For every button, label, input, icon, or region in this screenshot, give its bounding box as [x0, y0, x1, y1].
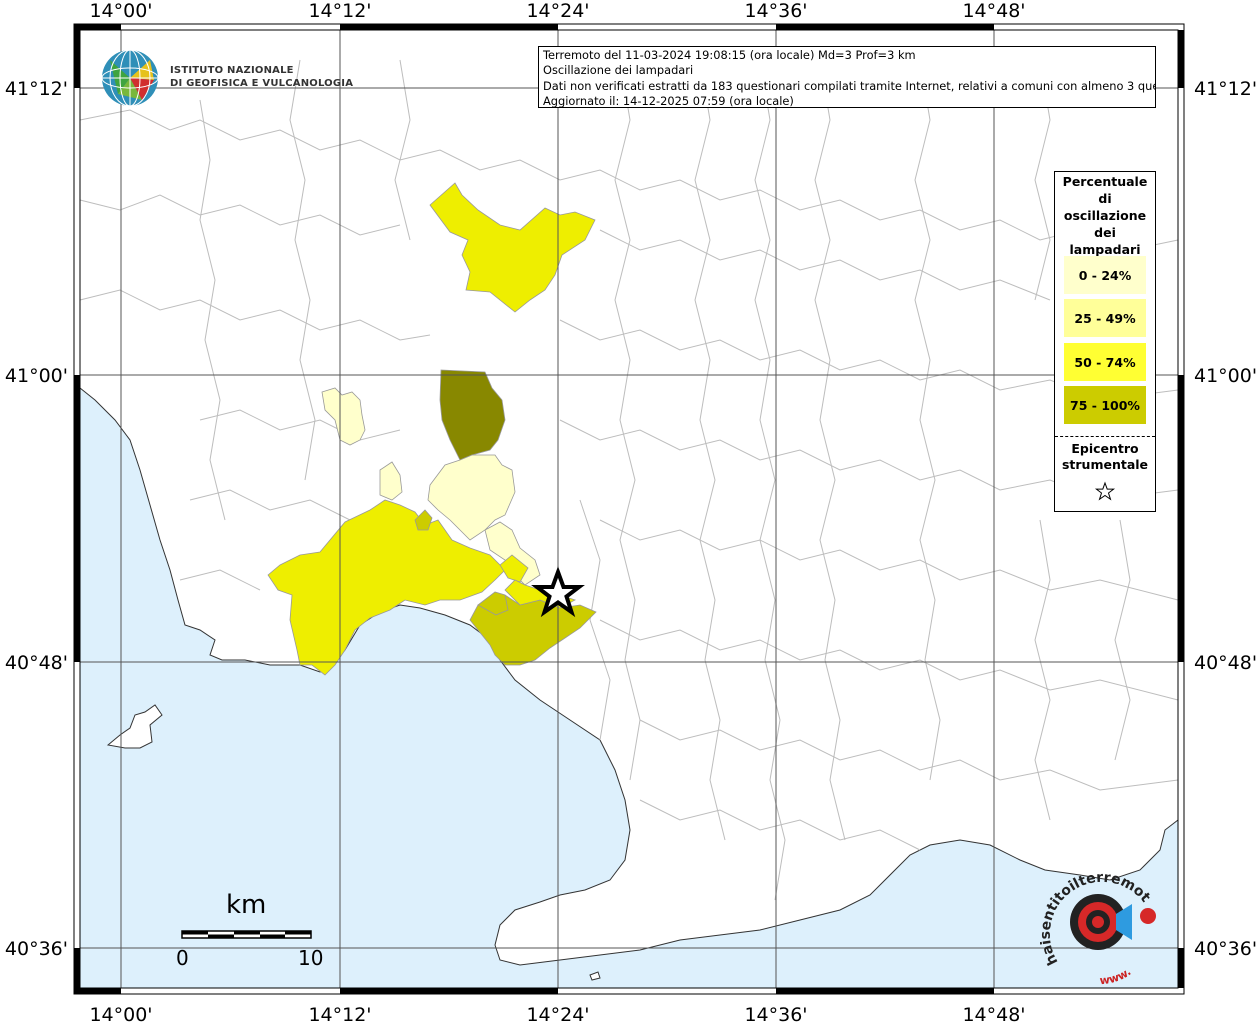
- legend-epicenter-line: strumentale: [1061, 457, 1149, 472]
- legend-title-line: Percentuale: [1062, 174, 1148, 189]
- ingv-logo-text: ISTITUTO NAZIONALE DI GEOFISICA E VULCAN…: [170, 64, 353, 90]
- lon-label: 14°00': [89, 0, 152, 22]
- lon-label: 14°00': [89, 1004, 152, 1024]
- lon-label: 14°36': [744, 0, 807, 22]
- legend-epicenter-line: Epicentro: [1071, 441, 1139, 456]
- star-icon: [1094, 481, 1116, 501]
- lat-label: 41°00': [5, 365, 68, 387]
- legend-title: Percentuale di oscillazione dei lampadar…: [1055, 173, 1155, 258]
- legend-item-label: 50 - 74%: [1074, 354, 1136, 370]
- watermark-www: www.: [1099, 965, 1133, 987]
- event-subtitle: Oscillazione dei lampadari: [543, 63, 694, 78]
- scale-min: 0: [176, 946, 189, 970]
- legend: Percentuale di oscillazione dei lampadar…: [1054, 171, 1156, 512]
- lon-label: 14°48': [962, 1004, 1025, 1024]
- legend-title-line: oscillazione: [1063, 208, 1147, 223]
- lon-label: 14°36': [744, 1004, 807, 1024]
- lat-label: 41°00': [1194, 365, 1257, 387]
- legend-epicenter-title: Epicentro strumentale: [1055, 441, 1155, 473]
- globe-icon: [101, 49, 159, 107]
- lon-label: 14°24': [526, 0, 589, 22]
- lat-label: 40°36': [5, 938, 68, 960]
- legend-title-line: dei: [1094, 225, 1116, 240]
- legend-divider: [1055, 436, 1155, 437]
- lat-label: 41°12': [5, 78, 68, 100]
- lon-label: 14°24': [526, 1004, 589, 1024]
- lat-label: 40°36': [1194, 938, 1257, 960]
- scale-max: 10: [298, 946, 324, 970]
- legend-item-label: 25 - 49%: [1074, 310, 1136, 326]
- lat-label: 40°48': [5, 652, 68, 674]
- legend-item-25-49: 25 - 49%: [1064, 299, 1146, 337]
- legend-item-label: 0 - 24%: [1078, 267, 1132, 283]
- lat-labels-left: 41°12' 41°00' 40°48' 40°36': [5, 78, 68, 960]
- lon-labels-top: 14°00' 14°12' 14°24' 14°36' 14°48': [89, 0, 1025, 22]
- event-title: Terremoto del 11-03-2024 19:08:15 (ora l…: [543, 48, 916, 62]
- legend-title-line: di: [1098, 191, 1112, 206]
- lat-labels-right: 41°12' 41°00' 40°48' 40°36': [1194, 78, 1257, 960]
- ingv-line1: ISTITUTO NAZIONALE: [170, 65, 294, 76]
- legend-item-75-100: 75 - 100%: [1064, 386, 1146, 424]
- event-data-note: Dati non verificati estratti da 183 ques…: [543, 78, 1156, 93]
- lon-label: 14°12': [308, 1004, 371, 1024]
- lon-labels-bottom: 14°00' 14°12' 14°24' 14°36' 14°48': [89, 1004, 1025, 1024]
- lon-label: 14°48': [962, 0, 1025, 22]
- event-info-box: Terremoto del 11-03-2024 19:08:15 (ora l…: [538, 46, 1156, 108]
- legend-item-50-74: 50 - 74%: [1064, 343, 1146, 381]
- scale-bar: [181, 930, 312, 939]
- haisentito-logo: haisentitoilterremoto.it www.: [1040, 866, 1156, 987]
- ingv-line2: DI GEOFISICA E VULCANOLOGIA: [170, 78, 354, 89]
- event-updated: Aggiornato il: 14-12-2025 07:59 (ora loc…: [543, 93, 794, 108]
- lat-label: 41°12': [1194, 78, 1257, 100]
- legend-item-0-24: 0 - 24%: [1064, 256, 1146, 294]
- lon-label: 14°12': [308, 0, 371, 22]
- lat-label: 40°48': [1194, 652, 1257, 674]
- scale-unit: km: [226, 890, 267, 920]
- legend-item-label: 75 - 100%: [1070, 397, 1140, 413]
- svg-text:www.: www.: [1099, 965, 1133, 987]
